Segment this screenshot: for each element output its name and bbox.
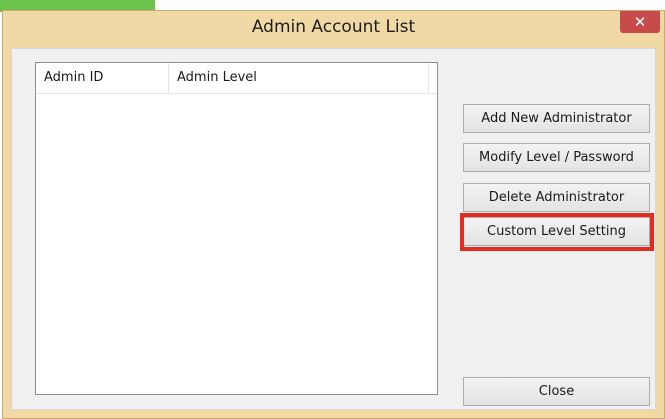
modify-level-password-button[interactable]: Modify Level / Password (463, 143, 650, 172)
close-icon[interactable]: ✕ (620, 11, 660, 33)
admin-account-list-window: Admin Account List ✕ Admin ID Admin Leve… (2, 10, 665, 419)
dialog-body: Admin ID Admin Level Add New Administrat… (11, 48, 656, 410)
title-bar[interactable]: Admin Account List ✕ (3, 11, 664, 45)
window-title: Admin Account List (251, 17, 416, 37)
list-header: Admin ID Admin Level (36, 63, 437, 94)
custom-level-setting-button[interactable]: Custom Level Setting (463, 217, 650, 246)
column-header-admin-id[interactable]: Admin ID (36, 63, 169, 93)
delete-administrator-button[interactable]: Delete Administrator (463, 183, 650, 212)
admin-list[interactable]: Admin ID Admin Level (35, 62, 438, 395)
close-button[interactable]: Close (463, 377, 650, 406)
add-new-administrator-button[interactable]: Add New Administrator (463, 104, 650, 133)
column-header-admin-level[interactable]: Admin Level (169, 63, 429, 93)
screen: Admin Account List ✕ Admin ID Admin Leve… (0, 0, 665, 419)
